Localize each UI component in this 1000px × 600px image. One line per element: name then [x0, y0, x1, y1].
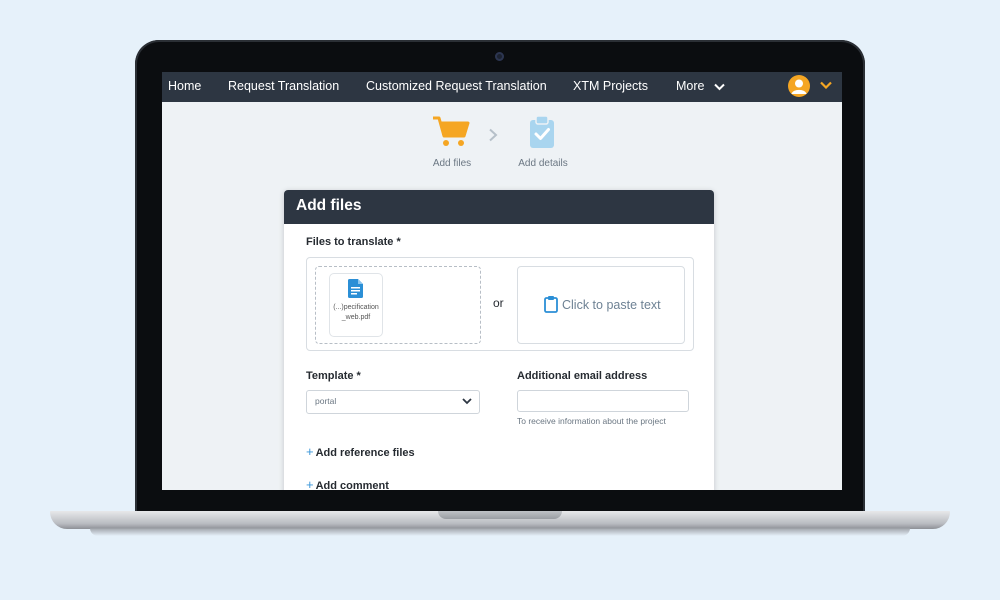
clipboard-check-icon [530, 115, 554, 148]
upload-area: (...)pecification_web.pdf or Click to pa… [306, 257, 694, 351]
template-label: Template * [306, 370, 361, 382]
additional-email-label: Additional email address [517, 370, 648, 382]
paste-text-label: Click to paste text [562, 298, 661, 312]
user-menu-chevron-icon[interactable] [820, 81, 832, 89]
uploaded-file-name: (...)pecification_web.pdf [333, 304, 379, 321]
nav-request-translation[interactable]: Request Translation [228, 72, 339, 102]
user-icon [791, 79, 807, 94]
step-label-add-details: Add details [518, 158, 568, 169]
template-select-value: portal [315, 396, 337, 406]
file-dropzone[interactable]: (...)pecification_web.pdf [315, 266, 481, 344]
chevron-down-icon [714, 83, 725, 91]
plus-icon: + [306, 477, 314, 490]
add-reference-files-link[interactable]: + Add reference files [306, 444, 415, 459]
app-screen: Home Request Translation Customized Requ… [162, 72, 842, 490]
card-title: Add files [296, 197, 362, 214]
document-icon [348, 279, 363, 298]
uploaded-file-tile[interactable]: (...)pecification_web.pdf [329, 273, 383, 337]
chevron-right-icon [489, 128, 498, 142]
email-hint: To receive information about the project [517, 416, 666, 426]
add-comment-label: Add comment [315, 480, 389, 490]
user-avatar[interactable] [788, 75, 810, 97]
cart-icon [433, 116, 470, 146]
top-nav: Home Request Translation Customized Requ… [162, 72, 842, 102]
step-label-add-files: Add files [432, 158, 472, 169]
or-separator: or [493, 296, 504, 310]
nav-xtm-projects[interactable]: XTM Projects [573, 72, 648, 102]
add-comment-link[interactable]: + Add comment [306, 477, 389, 490]
webcam [495, 52, 504, 61]
paste-text-button[interactable]: Click to paste text [517, 266, 685, 344]
chevron-down-icon [462, 398, 472, 405]
nav-more[interactable]: More [676, 72, 725, 102]
template-select[interactable]: portal [306, 390, 480, 414]
laptop-notch [438, 511, 562, 519]
plus-icon: + [306, 444, 314, 459]
add-files-card: Add files Files to translate * (...)peci… [284, 190, 714, 490]
nav-home[interactable]: Home [168, 72, 201, 102]
nav-more-label: More [676, 79, 705, 93]
nav-customized-request-translation[interactable]: Customized Request Translation [366, 72, 547, 102]
card-header: Add files [284, 190, 714, 224]
files-to-translate-label: Files to translate * [306, 236, 401, 248]
additional-email-input[interactable] [517, 390, 689, 412]
clipboard-icon [544, 296, 558, 313]
add-reference-files-label: Add reference files [315, 447, 415, 459]
laptop-base-shadow [90, 528, 910, 536]
